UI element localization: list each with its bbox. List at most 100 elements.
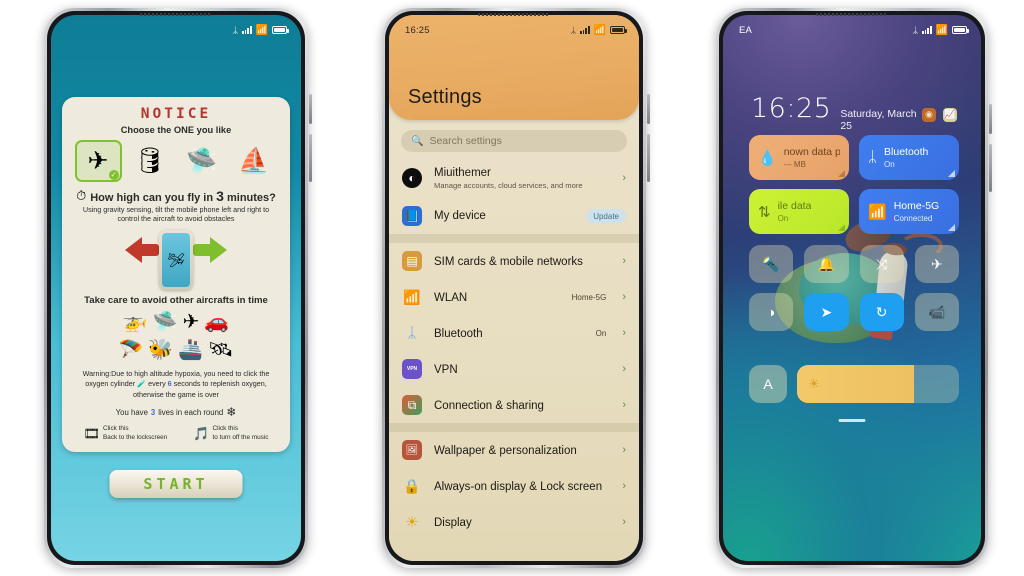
settings-row-lock-screen[interactable]: 🔒 Always-on display & Lock screen › bbox=[389, 468, 639, 504]
flashlight-toggle[interactable]: 🔦 bbox=[749, 245, 794, 283]
silent-bell-toggle[interactable]: 🔔 bbox=[804, 245, 849, 283]
settings-group-account: ◐ Miuithemer Manage accounts, cloud serv… bbox=[389, 158, 639, 234]
brightness-slider[interactable]: ☀ bbox=[797, 365, 959, 403]
phone3-status-bar: EA ᛦ 📶 bbox=[723, 15, 981, 41]
music-note-icon: 🎵 bbox=[193, 425, 210, 441]
data-arrows-icon: ⇅ bbox=[758, 203, 771, 221]
bell-icon: 🔔 bbox=[817, 255, 836, 272]
enemy-icon: ✈ bbox=[182, 311, 200, 333]
group-divider bbox=[389, 234, 639, 244]
battery-icon bbox=[272, 26, 289, 34]
phone2-screen: 16:25 ᛦ 📶 Settings 🔍 Search settings ◐ M… bbox=[389, 15, 639, 561]
clock-date: Saturday, March 25 bbox=[840, 108, 917, 132]
tile-subtitle: --- MB bbox=[783, 159, 806, 169]
tile-corner-indicator bbox=[838, 224, 845, 231]
rotate-lock-icon: ↻ bbox=[875, 303, 888, 320]
tilt-right-arrow-icon bbox=[193, 237, 227, 263]
notice-subtitle: Choose the ONE you like bbox=[120, 125, 232, 135]
bluetooth-icon: ᛦ bbox=[407, 324, 417, 342]
sun-icon: ☀ bbox=[808, 376, 820, 391]
earpiece-grille bbox=[478, 13, 550, 16]
settings-row-sim-cards[interactable]: ▤ SIM cards & mobile networks › bbox=[389, 243, 639, 279]
connection-sharing-icon: ⧉ bbox=[402, 395, 422, 416]
enemy-icon: 🪂 bbox=[118, 339, 144, 361]
row-title: WLAN bbox=[434, 292, 468, 305]
cast-toggle[interactable]: ⤨ bbox=[859, 245, 904, 283]
location-arrow-icon: ➤ bbox=[820, 303, 833, 320]
bluetooth-tile[interactable]: ᛦ Bluetooth On bbox=[859, 135, 959, 180]
row-subtitle: Manage accounts, cloud services, and mor… bbox=[434, 181, 583, 191]
battery-icon bbox=[610, 26, 627, 34]
brightness-row: A ☀ bbox=[749, 365, 959, 403]
wifi-icon: 📶 bbox=[593, 24, 606, 36]
gravity-instruction: Using gravity sensing, tilt the mobile p… bbox=[82, 205, 270, 223]
camera-shortcut-icon[interactable]: ◉ bbox=[922, 107, 936, 122]
screen-record-toggle[interactable]: 📹 bbox=[914, 293, 959, 331]
data-plan-tile[interactable]: 💧 nown data pla --- MB bbox=[749, 135, 849, 180]
start-button[interactable]: START bbox=[109, 470, 243, 498]
lockscreen-icon: 🎞 bbox=[83, 425, 100, 441]
row-title: Miuithemer bbox=[434, 167, 491, 179]
craft-option-red-biplane[interactable]: ✈ ✓ bbox=[74, 140, 122, 182]
hint-lockscreen[interactable]: 🎞 Click this Back to the lockscreen bbox=[83, 425, 167, 442]
game-notice-card: NOTICE Choose the ONE you like ✈ ✓ 🛢 🛸 ⛵… bbox=[62, 97, 290, 452]
water-drop-icon: 💧 bbox=[758, 149, 777, 167]
hints-row: 🎞 Click this Back to the lockscreen 🎵 Cli… bbox=[83, 425, 268, 442]
take-care-text: Take care to avoid other aircrafts in ti… bbox=[84, 295, 268, 306]
display-icon: ☀ bbox=[405, 514, 419, 532]
search-placeholder: Search settings bbox=[429, 135, 502, 147]
location-toggle[interactable]: ➤ bbox=[804, 293, 849, 331]
search-input[interactable]: 🔍 Search settings bbox=[401, 130, 627, 152]
settings-row-wallpaper[interactable]: 🖼 Wallpaper & personalization › bbox=[389, 432, 639, 468]
settings-row-vpn[interactable]: VPN VPN › bbox=[389, 351, 639, 387]
settings-row-display[interactable]: ☀ Display › bbox=[389, 504, 639, 540]
craft-option-white-blimp[interactable]: 🛸 bbox=[179, 140, 226, 182]
phone-device-2: 16:25 ᛦ 📶 Settings 🔍 Search settings ◐ M… bbox=[382, 8, 650, 568]
phone-device-1: ᛦ 📶 NOTICE Choose the ONE you like ✈ ✓ 🛢… bbox=[44, 8, 312, 568]
enemy-row-2: 🪂 🐝 🚢 🛰 bbox=[118, 337, 233, 362]
auto-rotate-toggle[interactable]: ↻ bbox=[859, 293, 904, 331]
settings-row-my-device[interactable]: 📘 My device Update bbox=[389, 198, 639, 234]
chevron-right-icon: › bbox=[622, 172, 626, 185]
flashlight-icon: 🔦 bbox=[762, 255, 780, 272]
flying-boat-icon: ⛵ bbox=[238, 146, 270, 175]
tile-subtitle: On bbox=[884, 159, 895, 169]
control-center-clock-row: 16:25 Saturday, March 25 ◉ 📈 bbox=[751, 93, 957, 132]
settings-row-connection-sharing[interactable]: ⧉ Connection & sharing › bbox=[389, 387, 639, 423]
wifi-icon: 📶 bbox=[255, 24, 268, 36]
notes-shortcut-icon[interactable]: 📈 bbox=[943, 107, 957, 122]
craft-option-flying-boat[interactable]: ⛵ bbox=[231, 140, 278, 182]
drag-handle[interactable] bbox=[838, 419, 866, 422]
how-high-minutes: 3 bbox=[216, 188, 224, 204]
shortcut-icons: ◉ 📈 bbox=[922, 107, 957, 122]
chevron-right-icon: › bbox=[622, 255, 626, 268]
settings-row-miuithemer[interactable]: ◐ Miuithemer Manage accounts, cloud serv… bbox=[389, 158, 639, 198]
mobile-data-tile[interactable]: ⇅ ile data On bbox=[749, 189, 849, 234]
phone2-status-bar: 16:25 ᛦ 📶 bbox=[389, 15, 639, 41]
phone-tilt-icon: 🛩 bbox=[159, 230, 193, 290]
tilt-left-arrow-icon bbox=[125, 237, 159, 263]
settings-row-bluetooth[interactable]: ᛦ Bluetooth On › bbox=[389, 315, 639, 351]
page-title: Settings bbox=[408, 86, 482, 108]
cast-icon: ⤨ bbox=[876, 255, 888, 272]
settings-scroll-body[interactable]: 🔍 Search settings ◐ Miuithemer Manage ac… bbox=[389, 120, 639, 561]
wifi-tile[interactable]: 📶 Home-5G Connected bbox=[859, 189, 959, 234]
hint-music[interactable]: 🎵 Click this to turn off the music bbox=[193, 425, 268, 442]
enemy-icon: 🛸 bbox=[152, 311, 178, 333]
dark-mode-toggle[interactable]: ◑ bbox=[749, 293, 794, 331]
tilt-craft-icon: 🛩 bbox=[167, 251, 185, 268]
chevron-right-icon: › bbox=[622, 291, 626, 304]
craft-option-barrel-ship[interactable]: 🛢 bbox=[127, 140, 174, 182]
chevron-right-icon: › bbox=[622, 516, 626, 529]
signal-icon bbox=[242, 26, 252, 34]
bluetooth-icon: ᛦ bbox=[232, 24, 239, 35]
update-badge[interactable]: Update bbox=[586, 209, 626, 224]
search-icon: 🔍 bbox=[411, 135, 424, 147]
airplane-mode-toggle[interactable]: ✈ bbox=[914, 245, 959, 283]
phone-device-3: EA ᛦ 📶 16:25 Saturday, March 25 ◉ 📈 💧 no… bbox=[716, 8, 992, 568]
auto-brightness-button[interactable]: A bbox=[749, 365, 787, 403]
compass-icon: ⏱ bbox=[76, 188, 87, 203]
tile-title: Home-5G bbox=[893, 200, 940, 213]
settings-row-wlan[interactable]: 📶 WLAN Home-5G › bbox=[389, 279, 639, 315]
earpiece-grille bbox=[816, 13, 888, 16]
